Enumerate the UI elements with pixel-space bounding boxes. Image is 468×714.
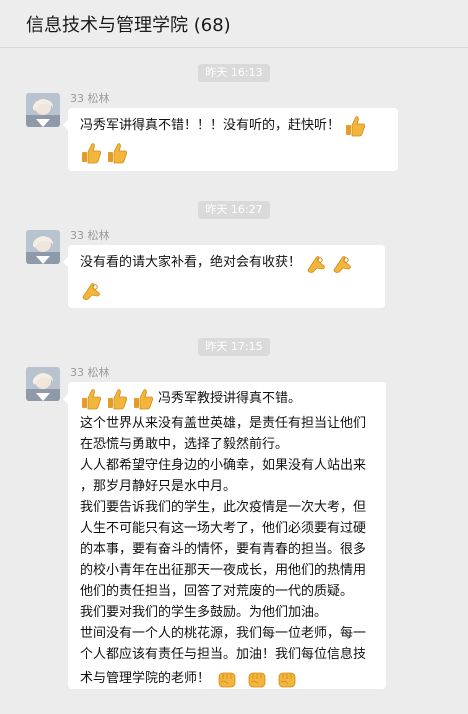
ok-hand-icon [331, 252, 353, 274]
thumbs-up-icon [344, 115, 366, 137]
message-text: 人生不可能只有这一场大考了，他们必须要有过硬 [80, 520, 367, 536]
message-text: 这个世界从来没有盖世英雄，是责任有担当让他们 [80, 415, 367, 431]
message-text: 世间没有一个人的桃花源，我们每一位老师，每一 [80, 625, 367, 641]
message-bubble[interactable]: 冯秀军讲得真不错！！！没有听的，赶快听！ [63, 108, 398, 171]
message-text: 个人都应该有责任与担当。加油！我们每位信息技 [80, 646, 367, 662]
message-text: 人人都希望守住身边的小确幸，如果没有人站出来 [80, 457, 367, 473]
thumbs-up-icon [132, 388, 154, 410]
chat-title[interactable]: 信息技术与管理学院 (68) [26, 11, 231, 37]
sender-name: 33 松林 [70, 366, 110, 379]
message-text: ，那岁月静好只是水中月。 [80, 478, 237, 494]
sender-name: 33 松林 [70, 92, 110, 105]
message-text: 术与管理学院的老师！ [80, 671, 211, 686]
fist-icon [216, 668, 238, 690]
fist-icon [276, 668, 298, 690]
message-text: 没有看的请大家补看，绝对会有收获！ [80, 254, 302, 270]
message-text: 的校小青年在出征那天一夜成长，用他们的热情用 [80, 562, 367, 578]
message-text: 我们要对我们的学生多鼓励。为他们加油。 [80, 604, 328, 620]
ok-hand-icon [80, 279, 102, 301]
timestamp: 昨天 16:13 [198, 64, 270, 82]
message-text: 在恐慌与勇敢中，选择了毅然前行。 [80, 436, 289, 452]
timestamp-row: 昨天 16:27 [0, 198, 468, 219]
message-text: 的本事，要有奋斗的情怀，要有青春的担当。很多 [80, 541, 367, 557]
thumbs-up-icon [80, 142, 102, 164]
message-bubble[interactable]: 没有看的请大家补看，绝对会有收获！ [63, 245, 385, 308]
thumbs-up-icon [80, 388, 102, 410]
message-bubble[interactable]: 冯秀军教授讲得真不错。 这个世界从来没有盖世英雄，是责任有担当让他们 在恐慌与勇… [63, 382, 386, 690]
timestamp: 昨天 17:15 [198, 338, 270, 356]
avatar[interactable] [26, 367, 60, 401]
sender-name: 33 松林 [70, 229, 110, 242]
thumbs-up-icon [106, 142, 128, 164]
message-list[interactable]: 昨天 16:13 33 松林 冯秀军讲得真不错！！！没有听的，赶快听！ 昨天 1… [0, 48, 468, 714]
ok-hand-icon [305, 252, 327, 274]
timestamp-row: 昨天 16:13 [0, 61, 468, 82]
message-text: 冯秀军教授讲得真不错。 [158, 391, 302, 406]
message-text: 冯秀军讲得真不错！！！没有听的，赶快听！ [80, 117, 341, 133]
message-text: 我们要告诉我们的学生，此次疫情是一次大考，但 [80, 499, 367, 515]
avatar[interactable] [26, 93, 60, 127]
message-text: 他们的责任担当，回答了对荒废的一代的质疑。 [80, 583, 354, 599]
timestamp-row: 昨天 17:15 [0, 335, 468, 356]
chat-header: 信息技术与管理学院 (68) [0, 0, 468, 48]
thumbs-up-icon [106, 388, 128, 410]
avatar[interactable] [26, 230, 60, 264]
timestamp: 昨天 16:27 [198, 201, 270, 219]
fist-icon [246, 668, 268, 690]
